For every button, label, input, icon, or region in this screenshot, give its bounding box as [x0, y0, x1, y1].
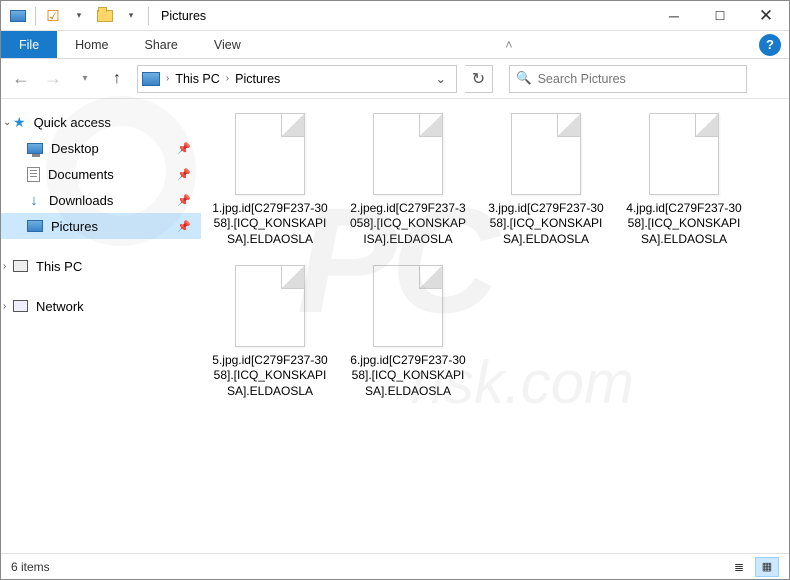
chevron-right-icon: › [226, 73, 229, 84]
this-pc-header[interactable]: › This PC [1, 253, 201, 279]
tab-share[interactable]: Share [127, 31, 196, 58]
downloads-icon: ↓ [27, 193, 41, 207]
ribbon-tabs: File Home Share View ˄ ? [1, 31, 789, 59]
file-name: 2.jpeg.id[C279F237-3058].[ICQ_KONSKAPISA… [349, 201, 467, 247]
file-name: 3.jpg.id[C279F237-3058].[ICQ_KONSKAPISA]… [487, 201, 605, 247]
file-item[interactable]: 6.jpg.id[C279F237-3058].[ICQ_KONSKAPISA]… [349, 265, 467, 399]
blank-file-icon [235, 113, 305, 195]
file-item[interactable]: 3.jpg.id[C279F237-3058].[ICQ_KONSKAPISA]… [487, 113, 605, 247]
details-view-button[interactable]: ≣ [727, 557, 751, 577]
maximize-button[interactable]: ☐ [697, 1, 743, 31]
qat-customize-dropdown[interactable]: ▾ [120, 5, 142, 27]
desktop-icon [27, 143, 43, 154]
network-header[interactable]: › Network [1, 293, 201, 319]
file-tab[interactable]: File [1, 31, 57, 58]
refresh-button[interactable]: ↻ [465, 65, 493, 93]
status-bar: 6 items ≣ ▦ [1, 553, 789, 579]
breadcrumb-item-pictures[interactable]: Pictures [235, 72, 280, 86]
search-icon: 🔍 [516, 71, 532, 86]
quick-access-toolbar: ☑ ▾ ▾ [1, 5, 151, 27]
folder-qat-icon [94, 5, 116, 27]
quick-access-header[interactable]: ⌄ ★ Quick access [1, 109, 201, 135]
sidebar-item-label: Documents [48, 167, 114, 182]
explorer-window: ☑ ▾ ▾ Pictures ─ ☐ ✕ File Home Share Vie… [0, 0, 790, 580]
content-pane[interactable]: 1.jpg.id[C279F237-3058].[ICQ_KONSKAPISA]… [201, 99, 789, 553]
network-label: Network [36, 299, 84, 314]
breadcrumb-dropdown[interactable]: ⌄ [430, 71, 452, 86]
breadcrumb[interactable]: › This PC › Pictures ⌄ [137, 65, 457, 93]
view-mode-buttons: ≣ ▦ [727, 557, 779, 577]
icons-view-button[interactable]: ▦ [755, 557, 779, 577]
qat-dropdown[interactable]: ▾ [68, 5, 90, 27]
window-title: Pictures [161, 9, 206, 23]
qat-separator-2 [148, 7, 149, 25]
pin-icon: 📌 [177, 142, 191, 155]
explorer-body: ⌄ ★ Quick access Desktop 📌 Documents 📌 ↓… [1, 99, 789, 553]
file-item[interactable]: 4.jpg.id[C279F237-3058].[ICQ_KONSKAPISA]… [625, 113, 743, 247]
recent-dropdown[interactable]: ▾ [73, 67, 97, 91]
search-box[interactable]: 🔍 [509, 65, 747, 93]
file-name: 5.jpg.id[C279F237-3058].[ICQ_KONSKAPISA]… [211, 353, 329, 399]
sidebar-item-pictures[interactable]: Pictures 📌 [1, 213, 201, 239]
chevron-right-icon: › [3, 301, 6, 312]
blank-file-icon [373, 113, 443, 195]
tab-view[interactable]: View [196, 31, 259, 58]
documents-icon [27, 167, 40, 182]
file-name: 6.jpg.id[C279F237-3058].[ICQ_KONSKAPISA]… [349, 353, 467, 399]
file-name: 1.jpg.id[C279F237-3058].[ICQ_KONSKAPISA]… [211, 201, 329, 247]
file-grid: 1.jpg.id[C279F237-3058].[ICQ_KONSKAPISA]… [211, 113, 779, 399]
address-bar-row: ← → ▾ ↑ › This PC › Pictures ⌄ ↻ 🔍 [1, 59, 789, 99]
sidebar-item-label: Pictures [51, 219, 98, 234]
qat-separator [35, 7, 36, 25]
sidebar-item-desktop[interactable]: Desktop 📌 [1, 135, 201, 161]
item-count: 6 items [11, 560, 50, 574]
chevron-right-icon: › [166, 73, 169, 84]
pin-icon: 📌 [177, 194, 191, 207]
title-bar: ☑ ▾ ▾ Pictures ─ ☐ ✕ [1, 1, 789, 31]
minimize-button[interactable]: ─ [651, 1, 697, 31]
pc-icon [13, 260, 28, 272]
sidebar-item-label: Downloads [49, 193, 113, 208]
tab-home[interactable]: Home [57, 31, 126, 58]
breadcrumb-item-thispc[interactable]: This PC [175, 72, 219, 86]
file-item[interactable]: 5.jpg.id[C279F237-3058].[ICQ_KONSKAPISA]… [211, 265, 329, 399]
pictures-library-icon [142, 72, 160, 86]
ribbon-minimize[interactable]: ˄ [497, 31, 520, 58]
window-controls: ─ ☐ ✕ [651, 1, 789, 31]
sidebar-item-label: Desktop [51, 141, 99, 156]
pin-icon: 📌 [177, 220, 191, 233]
file-item[interactable]: 1.jpg.id[C279F237-3058].[ICQ_KONSKAPISA]… [211, 113, 329, 247]
file-name: 4.jpg.id[C279F237-3058].[ICQ_KONSKAPISA]… [625, 201, 743, 247]
quick-access-label: Quick access [34, 115, 111, 130]
blank-file-icon [649, 113, 719, 195]
star-icon: ★ [13, 114, 26, 131]
blank-file-icon [235, 265, 305, 347]
properties-qat-button[interactable]: ☑ [42, 5, 64, 27]
navigation-pane[interactable]: ⌄ ★ Quick access Desktop 📌 Documents 📌 ↓… [1, 99, 201, 553]
sidebar-item-documents[interactable]: Documents 📌 [1, 161, 201, 187]
help-icon[interactable]: ? [759, 34, 781, 56]
back-button[interactable]: ← [9, 67, 33, 91]
network-icon [13, 300, 28, 312]
chevron-right-icon: › [3, 261, 6, 272]
this-pc-label: This PC [36, 259, 82, 274]
chevron-down-icon: ⌄ [3, 117, 11, 128]
file-item[interactable]: 2.jpeg.id[C279F237-3058].[ICQ_KONSKAPISA… [349, 113, 467, 247]
search-input[interactable] [538, 72, 740, 86]
explorer-icon [7, 5, 29, 27]
close-button[interactable]: ✕ [743, 1, 789, 31]
blank-file-icon [373, 265, 443, 347]
sidebar-item-downloads[interactable]: ↓ Downloads 📌 [1, 187, 201, 213]
pictures-icon [27, 220, 43, 232]
up-button[interactable]: ↑ [105, 67, 129, 91]
blank-file-icon [511, 113, 581, 195]
forward-button[interactable]: → [41, 67, 65, 91]
pin-icon: 📌 [177, 168, 191, 181]
